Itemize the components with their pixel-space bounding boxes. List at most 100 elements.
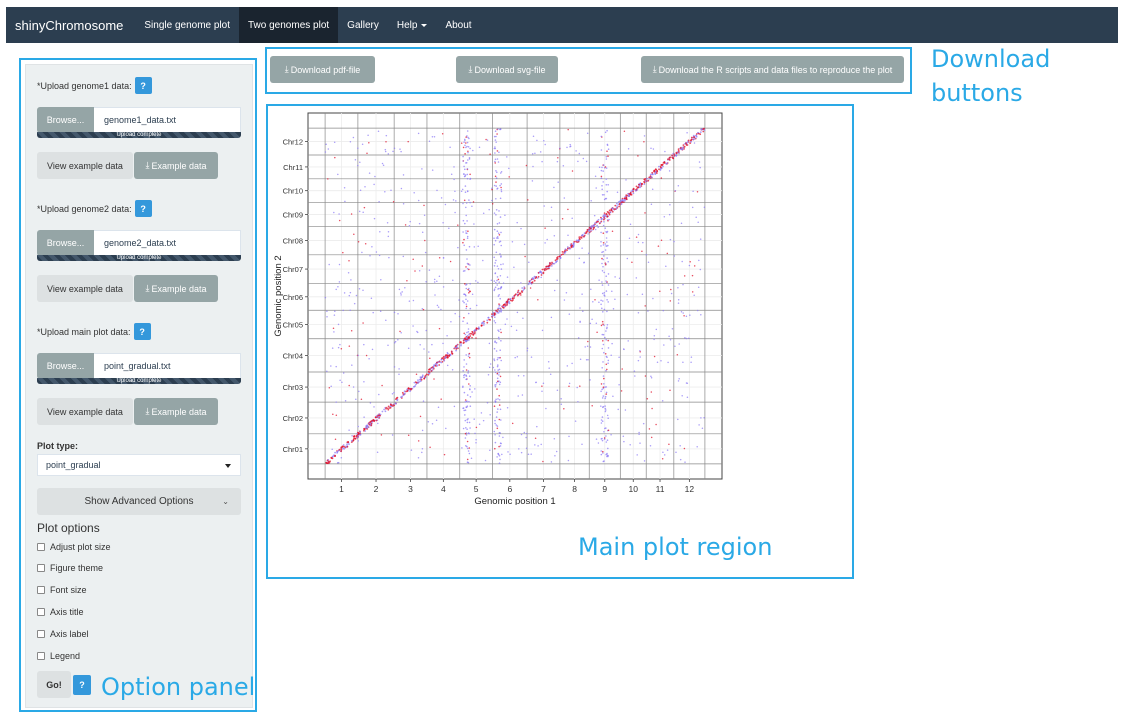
view-example-data-button[interactable]: View example data xyxy=(37,275,133,302)
checkbox[interactable] xyxy=(37,564,45,572)
data-point xyxy=(393,404,396,407)
data-point xyxy=(684,461,686,463)
data-point xyxy=(465,249,468,251)
data-point xyxy=(627,340,629,342)
data-point xyxy=(604,295,606,297)
data-point xyxy=(443,453,446,456)
data-point xyxy=(555,258,558,261)
data-point xyxy=(468,432,470,435)
data-point xyxy=(663,161,666,163)
data-point xyxy=(605,237,608,239)
browse-button[interactable]: Browse... xyxy=(37,353,94,379)
data-point xyxy=(424,239,426,242)
data-point xyxy=(685,315,688,318)
data-point xyxy=(466,394,469,396)
data-point xyxy=(643,141,645,143)
data-point xyxy=(464,139,466,142)
data-point xyxy=(659,290,661,292)
data-point xyxy=(430,370,433,372)
view-example-data-button[interactable]: View example data xyxy=(37,152,133,179)
help-icon[interactable]: ? xyxy=(133,323,151,340)
option-axis-title[interactable]: Axis title xyxy=(37,607,84,617)
option-legend[interactable]: Legend xyxy=(37,651,80,661)
nav-help[interactable]: Help xyxy=(388,7,437,43)
nav-help-label: Help xyxy=(396,19,418,31)
example-data-button[interactable]: ⤓ Example data xyxy=(134,275,218,302)
data-point xyxy=(602,232,605,234)
data-point xyxy=(632,187,635,190)
download-svg-button[interactable]: ⤓ Download svg-file xyxy=(456,56,558,83)
genome2-file-input[interactable]: Browse... genome2_data.txt xyxy=(37,230,241,256)
data-point xyxy=(332,327,335,330)
option-figure-theme[interactable]: Figure theme xyxy=(37,563,103,573)
data-point xyxy=(441,133,444,135)
checkbox[interactable] xyxy=(37,608,45,616)
data-point xyxy=(509,298,512,300)
data-point xyxy=(347,272,350,274)
nav-about[interactable]: About xyxy=(436,7,480,43)
data-point xyxy=(488,366,491,368)
data-point xyxy=(468,292,470,294)
main-plot-file-input[interactable]: Browse... point_gradual.txt xyxy=(37,353,241,379)
data-point xyxy=(605,453,607,456)
data-point xyxy=(460,344,462,347)
data-point xyxy=(528,281,531,284)
data-point xyxy=(494,419,496,422)
data-point xyxy=(593,224,596,227)
data-point xyxy=(703,127,705,130)
download-pdf-button[interactable]: ⤓ Download pdf-file xyxy=(270,56,375,83)
data-point xyxy=(400,292,402,294)
plot-type-select[interactable]: point_gradual xyxy=(37,454,241,476)
go-row: Go! ? xyxy=(37,671,91,698)
data-point xyxy=(451,352,454,355)
data-point xyxy=(626,257,629,260)
genome1-file-input[interactable]: Browse... genome1_data.txt xyxy=(37,107,241,133)
option-axis-label[interactable]: Axis label xyxy=(37,629,89,639)
data-point xyxy=(486,401,489,404)
nav-single-genome-plot[interactable]: Single genome plot xyxy=(135,7,239,43)
data-point xyxy=(601,320,604,323)
checkbox[interactable] xyxy=(37,543,45,551)
data-point xyxy=(451,368,454,371)
data-point xyxy=(469,147,471,150)
data-point xyxy=(667,361,669,364)
data-point xyxy=(494,152,496,154)
nav-gallery[interactable]: Gallery xyxy=(338,7,388,43)
data-point xyxy=(606,211,609,213)
data-point xyxy=(583,232,586,234)
data-point xyxy=(369,402,372,404)
help-icon[interactable]: ? xyxy=(134,200,152,217)
nav-two-genomes-plot[interactable]: Two genomes plot xyxy=(239,7,339,43)
data-point xyxy=(632,192,635,195)
data-point xyxy=(602,300,604,302)
browse-button[interactable]: Browse... xyxy=(37,230,94,256)
data-point xyxy=(557,181,559,183)
data-point xyxy=(464,153,466,155)
data-point xyxy=(461,447,463,449)
help-icon[interactable]: ? xyxy=(134,77,152,94)
checkbox[interactable] xyxy=(37,586,45,594)
browse-button[interactable]: Browse... xyxy=(37,107,94,133)
download-scripts-button[interactable]: ⤓ Download the R scripts and data files t… xyxy=(641,56,904,83)
brand-title[interactable]: shinyChromosome xyxy=(6,7,135,43)
data-point xyxy=(380,279,382,281)
help-icon[interactable]: ? xyxy=(73,674,91,695)
option-panel-annotation: Option panel xyxy=(101,673,256,701)
data-point xyxy=(603,351,605,354)
data-point xyxy=(668,213,671,216)
view-example-data-button[interactable]: View example data xyxy=(37,398,133,425)
example-data-button[interactable]: ⤓ Example data xyxy=(134,152,218,179)
x-tick-label: 12 xyxy=(685,484,695,494)
show-advanced-options-button[interactable]: Show Advanced Options ⌄ xyxy=(37,488,241,515)
option-font-size[interactable]: Font size xyxy=(37,585,87,595)
option-adjust-plot-size[interactable]: Adjust plot size xyxy=(37,542,111,552)
data-point xyxy=(692,134,695,137)
go-button[interactable]: Go! xyxy=(37,671,71,698)
data-point xyxy=(494,162,496,164)
checkbox[interactable] xyxy=(37,652,45,660)
data-point xyxy=(463,173,465,175)
checkbox[interactable] xyxy=(37,630,45,638)
example-data-button[interactable]: ⤓ Example data xyxy=(134,398,218,425)
data-point xyxy=(491,187,493,189)
data-point xyxy=(634,375,636,377)
